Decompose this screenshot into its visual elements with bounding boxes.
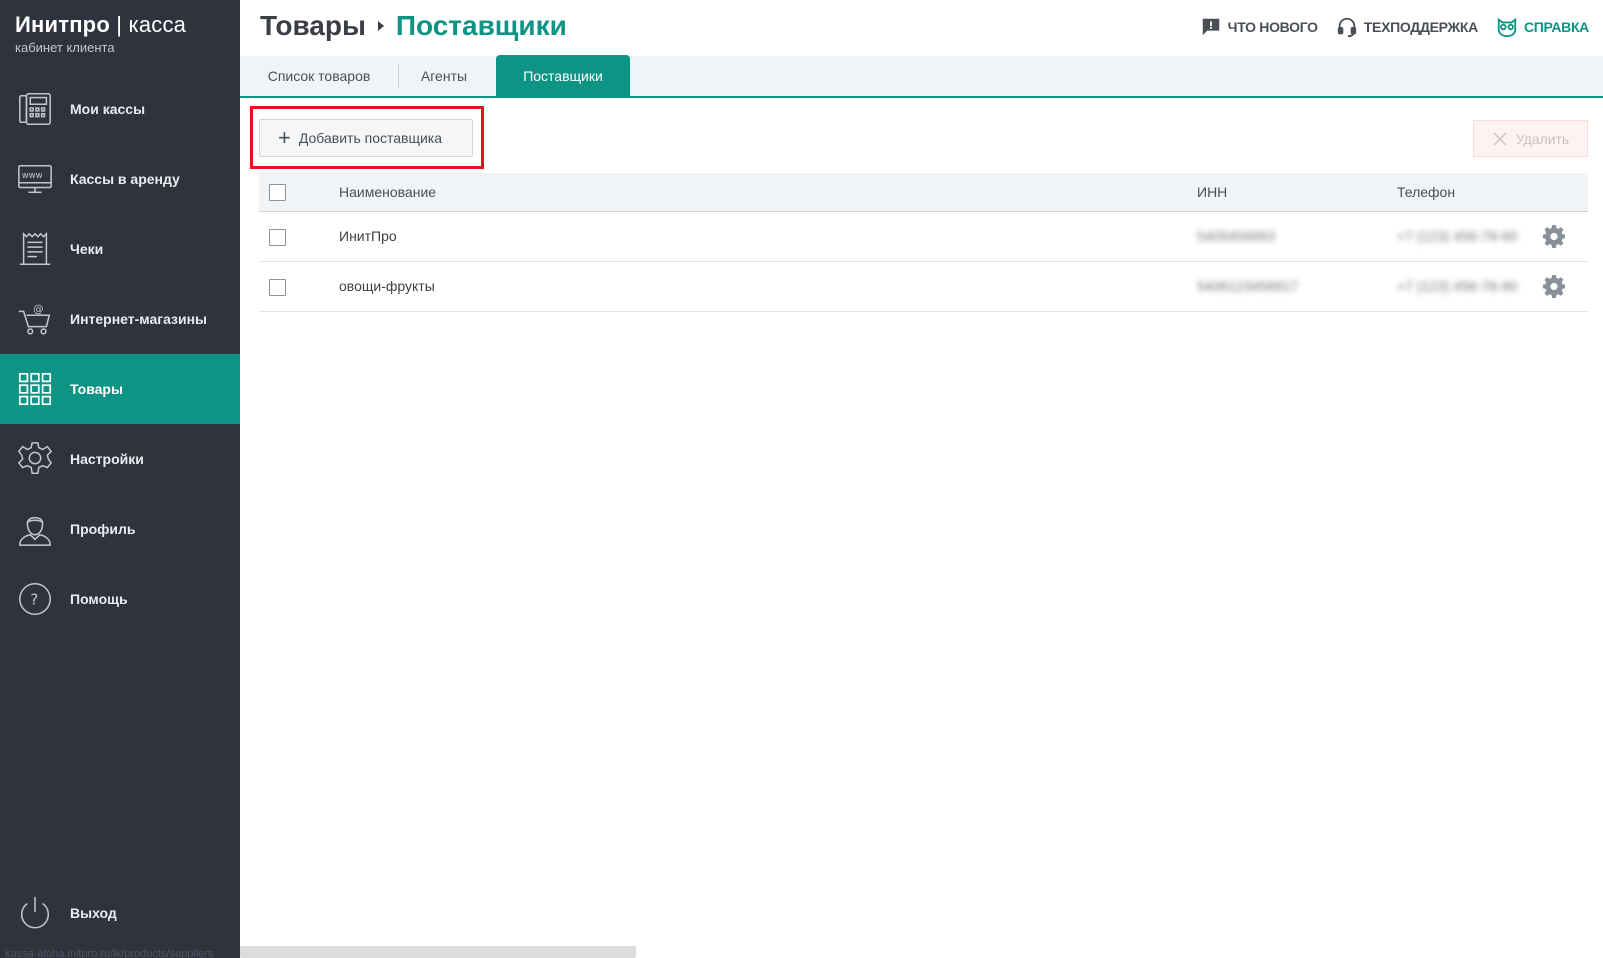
question-icon: ?	[0, 564, 70, 634]
svg-text:www: www	[22, 171, 43, 181]
owl-icon	[1497, 17, 1517, 38]
column-header-phone[interactable]: Телефон	[1397, 184, 1455, 200]
tab-bar: Список товаров Агенты Поставщики	[240, 55, 1603, 98]
select-all-checkbox[interactable]	[269, 184, 286, 201]
brand-name: Инитпро | касса	[15, 12, 186, 38]
sidebar-item-products[interactable]: Товары	[0, 354, 240, 424]
sidebar-item-label: Интернет-магазины	[70, 311, 208, 327]
power-icon	[0, 878, 70, 948]
sidebar-item-label: Кассы в аренду	[70, 171, 180, 187]
supplier-phone: +7 (123) 456-78-90	[1397, 228, 1518, 244]
header-links: ЧТО НОВОГО ТЕХПОДДЕРЖКА СПРАВКА	[1200, 16, 1589, 38]
brand-logo[interactable]: Инитпро | касса кабинет клиента	[15, 12, 186, 55]
breadcrumb: Товары Поставщики	[260, 10, 567, 42]
svg-text:?: ?	[30, 591, 38, 609]
column-header-inn[interactable]: ИНН	[1197, 184, 1227, 200]
sidebar-item-label: Помощь	[70, 591, 128, 607]
column-header-name[interactable]: Наименование	[339, 184, 436, 200]
close-icon	[1493, 131, 1507, 146]
logout-label: Выход	[70, 905, 117, 921]
horizontal-scrollbar[interactable]	[240, 946, 636, 958]
supplier-phone: +7 (123) 456-78-90	[1397, 278, 1518, 294]
sidebar-item-rent[interactable]: www Кассы в аренду	[0, 144, 240, 214]
brand-subtitle: кабинет клиента	[15, 40, 115, 55]
sidebar-item-label: Чеки	[70, 241, 104, 257]
app-root: Инитпро | касса кабинет клиента Мои касс	[0, 0, 1603, 958]
support-label: ТЕХПОДДЕРЖКА	[1363, 19, 1478, 35]
speech-bubble-icon	[1202, 18, 1219, 36]
tab-agents[interactable]: Агенты	[399, 56, 489, 96]
help-link[interactable]: СПРАВКА	[1496, 16, 1589, 38]
status-url: kassa-aloha.initpro.ru/lk/products/suppl…	[5, 948, 214, 958]
sidebar-item-label: Товары	[70, 381, 123, 397]
breadcrumb-parent[interactable]: Товары	[260, 10, 366, 42]
breadcrumb-arrow-icon	[377, 21, 384, 31]
supplier-name[interactable]: ИнитПро	[339, 228, 397, 244]
headset-icon	[1337, 17, 1356, 38]
brand-separator: |	[116, 12, 123, 37]
support-link[interactable]: ТЕХПОДДЕРЖКА	[1336, 16, 1478, 38]
row-checkbox[interactable]	[269, 279, 286, 296]
cart-at-icon: @	[0, 284, 70, 354]
table-row[interactable]: овощи-фрукты 5406123456817 +7 (123) 456-…	[259, 262, 1588, 312]
table-row[interactable]: ИнитПро 5405456893 +7 (123) 456-78-90	[259, 212, 1588, 262]
whats-new-link[interactable]: ЧТО НОВОГО	[1200, 16, 1318, 38]
gear-icon[interactable]	[1542, 275, 1566, 299]
tab-product-list[interactable]: Список товаров	[240, 56, 398, 96]
supplier-inn: 5406123456817	[1197, 278, 1299, 294]
monitor-www-icon: www	[0, 144, 70, 214]
suppliers-table: Наименование ИНН Телефон ИнитПро 5405456…	[259, 173, 1588, 312]
delete-label: Удалить	[1515, 130, 1570, 147]
page-title: Поставщики	[395, 10, 567, 41]
gear-icon	[0, 424, 70, 494]
brand-name-bold: Инитпро	[15, 12, 110, 37]
sidebar-item-profile[interactable]: Профиль	[0, 494, 240, 564]
whats-new-label: ЧТО НОВОГО	[1227, 19, 1318, 35]
help-label: СПРАВКА	[1523, 19, 1589, 35]
grid-icon	[0, 354, 70, 424]
table-header: Наименование ИНН Телефон	[259, 173, 1588, 212]
sidebar-item-receipts[interactable]: Чеки	[0, 214, 240, 284]
sidebar-item-label: Настройки	[70, 451, 144, 467]
brand-name-thin: касса	[128, 12, 187, 37]
sidebar-item-label: Мои кассы	[70, 101, 146, 117]
sidebar-nav: Мои кассы www Кассы в аренду Чеки @ Инте…	[0, 74, 240, 634]
highlight-box	[250, 106, 484, 169]
sidebar-item-online-stores[interactable]: @ Интернет-магазины	[0, 284, 240, 354]
user-icon	[0, 494, 70, 564]
tab-suppliers[interactable]: Поставщики	[496, 55, 630, 97]
supplier-inn: 5405456893	[1197, 228, 1275, 244]
svg-text:@: @	[33, 303, 43, 315]
sidebar: Инитпро | касса кабинет клиента Мои касс	[0, 0, 240, 958]
receipt-icon	[0, 214, 70, 284]
gear-icon[interactable]	[1542, 225, 1566, 249]
row-checkbox[interactable]	[269, 229, 286, 246]
cash-register-icon	[0, 74, 70, 144]
supplier-name[interactable]: овощи-фрукты	[339, 278, 435, 294]
sidebar-item-help[interactable]: ? Помощь	[0, 564, 240, 634]
delete-button[interactable]: Удалить	[1473, 120, 1588, 157]
sidebar-item-settings[interactable]: Настройки	[0, 424, 240, 494]
sidebar-item-my-registers[interactable]: Мои кассы	[0, 74, 240, 144]
logout-button[interactable]: Выход	[0, 878, 240, 948]
sidebar-item-label: Профиль	[70, 521, 136, 537]
page-header: Товары Поставщики ЧТО НОВОГО ТЕХПОДДЕРЖК…	[240, 0, 1603, 56]
